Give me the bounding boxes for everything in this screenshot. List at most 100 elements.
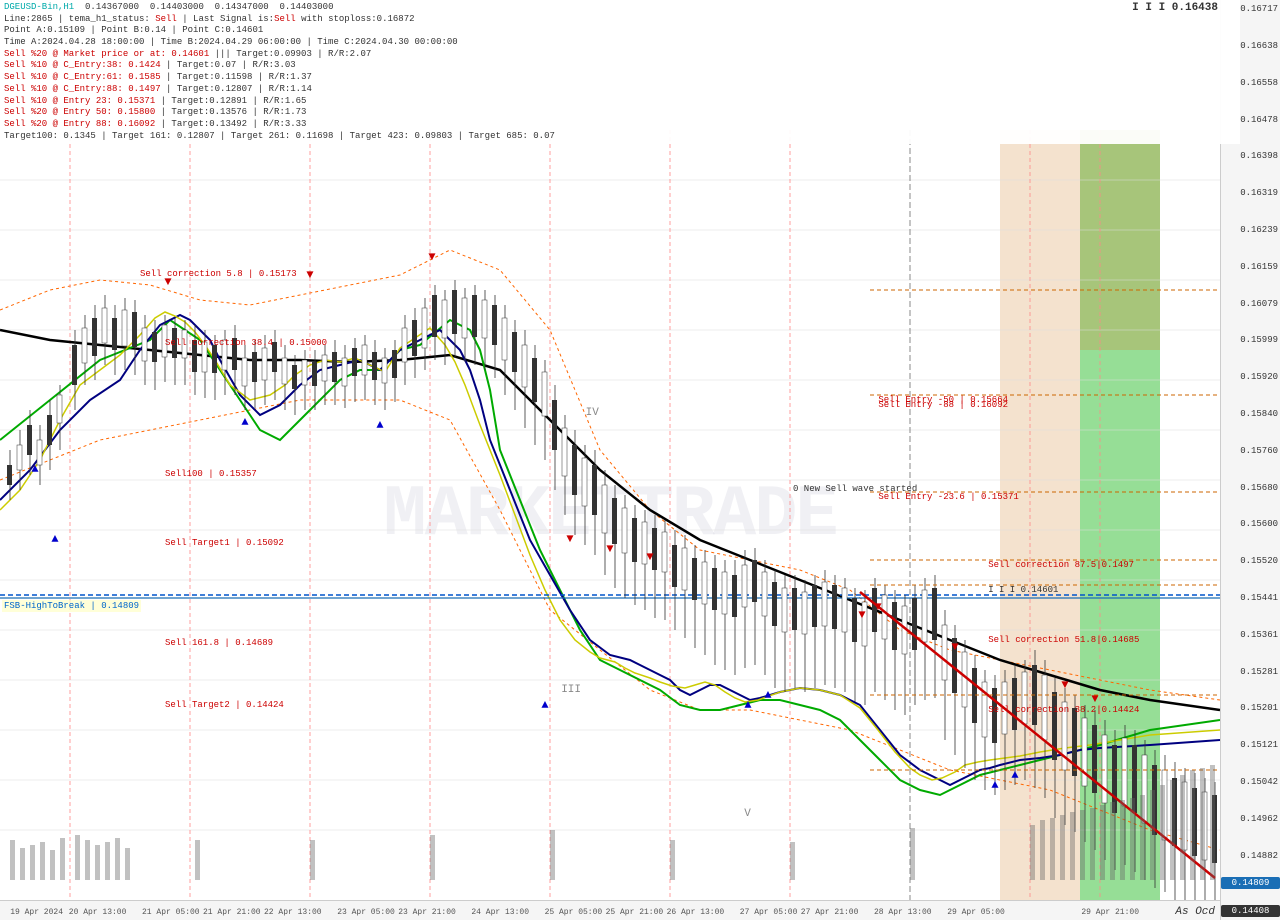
time-axis: 19 Apr 2024 20 Apr 13:00 21 Apr 05:00 21… [0, 900, 1220, 920]
time-26apr-13: 26 Apr 13:00 [667, 908, 725, 917]
time-28apr-13: 28 Apr 13:00 [874, 908, 932, 917]
price-15281: 0.15281 [1240, 667, 1278, 677]
price-15600: 0.15600 [1240, 519, 1278, 529]
info-line-5: Sell %20 @ Market price or at: 0.14601 |… [4, 49, 1236, 61]
info-line-9: Sell %10 @ Entry 23: 0.15371 | Target:0.… [4, 96, 1236, 108]
info-line-6: Sell %10 @ C_Entry:38: 0.1424 | Target:0… [4, 60, 1236, 72]
candles-group-1 [7, 385, 62, 500]
svg-text:▲: ▲ [764, 688, 772, 702]
price-15121: 0.15121 [1240, 740, 1278, 750]
price-16478: 0.16478 [1240, 115, 1278, 125]
price-15520: 0.15520 [1240, 556, 1278, 566]
svg-text:▼: ▼ [1091, 692, 1099, 706]
chart-container: DGEUSD-Bin,H1 0.14367000 0.14403000 0.14… [0, 0, 1280, 920]
price-14882: 0.14882 [1240, 851, 1278, 861]
svg-text:▲: ▲ [376, 418, 384, 432]
time-24apr-13: 24 Apr 13:00 [471, 908, 529, 917]
time-25apr-21: 25 Apr 21:00 [606, 908, 664, 917]
symbol-label: DGEUSD-Bin,H1 [4, 2, 74, 12]
sell-target2-label: Sell Target2 | 0.14424 [165, 700, 284, 710]
svg-text:▲: ▲ [241, 415, 249, 429]
svg-text:▼: ▼ [306, 268, 314, 282]
chart-svg: .candle-body-bear { fill: #333; } .candl… [0, 130, 1220, 900]
price-15361: 0.15361 [1240, 630, 1278, 640]
sell-correction-382-label: Sell correction 38.2|0.14424 [988, 705, 1139, 715]
sell-entry-50-label: Sell Entry -50 | 0.15664 [878, 395, 1008, 405]
fsb-label: FSB-HighToBreak | 0.14809 [2, 600, 141, 612]
svg-text:▲: ▲ [541, 698, 549, 712]
price-16398: 0.16398 [1240, 151, 1278, 161]
svg-text:▼: ▼ [428, 250, 436, 264]
time-20apr-13: 20 Apr 13:00 [69, 908, 127, 917]
svg-text:▼: ▼ [566, 532, 574, 546]
time-23apr-05: 23 Apr 05:00 [337, 908, 395, 917]
iii-price-label: I I I 0.14601 [988, 585, 1058, 595]
as-ocd-label: As Ocd [1175, 906, 1215, 918]
time-21apr-05: 21 Apr 05:00 [142, 908, 200, 917]
wave-label-v: V [744, 808, 751, 820]
info-line-11: Sell %20 @ Entry 88: 0.16092 | Target:0.… [4, 119, 1236, 131]
price-14962: 0.14962 [1240, 814, 1278, 824]
new-sell-wave-label: 0 New Sell wave started [793, 484, 917, 494]
svg-text:▼: ▼ [646, 550, 654, 564]
info-line-7: Sell %10 @ C_Entry:61: 0.1585 | Target:0… [4, 72, 1236, 84]
time-25apr-05: 25 Apr 05:00 [545, 908, 603, 917]
candles-group-8 [792, 570, 907, 715]
top-price-display: I I I 0.16438 [1132, 2, 1218, 14]
price-16079: 0.16079 [1240, 299, 1278, 309]
price-16558: 0.16558 [1240, 78, 1278, 88]
candles-group-7 [672, 530, 787, 692]
info-line-12: Target100: 0.1345 | Target 161: 0.12807 … [4, 131, 1236, 143]
sell-correction-label-2: Sell correction 38.4 | 0.15000 [165, 338, 327, 348]
svg-text:▲: ▲ [744, 698, 752, 712]
info-line-4: Time A:2024.04.28 18:00:00 | Time B:2024… [4, 37, 1236, 49]
sell-correction-label-1: Sell correction 5.8 | 0.15173 [140, 269, 297, 279]
price-15680: 0.15680 [1240, 483, 1278, 493]
candles-group-6 [552, 385, 667, 620]
main-chart[interactable]: MARKETTRADE .candle-body-bear { fill: #3… [0, 130, 1220, 900]
svg-text:▼: ▼ [606, 542, 614, 556]
sell-correction-518-label: Sell correction 51.8|0.14685 [988, 635, 1139, 645]
info-line-2: Line:2865 | tema_h1_status: Sell | Last … [4, 14, 1236, 26]
candles-group-4 [312, 298, 427, 410]
svg-text:▲: ▲ [31, 462, 39, 476]
price-16319: 0.16319 [1240, 188, 1278, 198]
sell-target1-label: Sell Target1 | 0.15092 [165, 538, 284, 548]
price-15999: 0.15999 [1240, 335, 1278, 345]
sell-161-label: Sell 161.8 | 0.14689 [165, 638, 273, 648]
time-29apr-21: 29 Apr 21:00 [1081, 908, 1139, 917]
info-line-8: Sell %10 @ C_Entry:88: 0.1497 | Target:0… [4, 84, 1236, 96]
time-19apr: 19 Apr 2024 [10, 908, 63, 917]
price-15201: 0.15201 [1240, 703, 1278, 713]
svg-text:▼: ▼ [1061, 678, 1069, 692]
price-15441: 0.15441 [1240, 593, 1278, 603]
price-16638: 0.16638 [1240, 41, 1278, 51]
price-15042: 0.15042 [1240, 777, 1278, 787]
svg-text:▲: ▲ [991, 778, 999, 792]
price-current-dark: 0.14408 [1221, 905, 1280, 917]
time-27apr-21: 27 Apr 21:00 [801, 908, 859, 917]
info-line-3: Point A:0.15109 | Point B:0.14 | Point C… [4, 25, 1236, 37]
time-23apr-21: 23 Apr 21:00 [398, 908, 456, 917]
price-15840: 0.15840 [1240, 409, 1278, 419]
wave-label-iii: III [561, 684, 581, 696]
price-16159: 0.16159 [1240, 262, 1278, 272]
candles-group-5 [432, 280, 547, 460]
svg-text:▼: ▼ [951, 640, 959, 654]
wave-label-iv: IV [586, 407, 599, 419]
time-29apr-05: 29 Apr 05:00 [947, 908, 1005, 917]
info-bar: DGEUSD-Bin,H1 0.14367000 0.14403000 0.14… [0, 0, 1240, 144]
svg-text:▼: ▼ [858, 608, 866, 622]
info-line-10: Sell %20 @ Entry 50: 0.15800 | Target:0.… [4, 107, 1236, 119]
time-27apr-05: 27 Apr 05:00 [740, 908, 798, 917]
sell-correction-875-label: Sell correction 87.5|0.1497 [988, 560, 1134, 570]
time-21apr-21: 21 Apr 21:00 [203, 908, 261, 917]
time-22apr-13: 22 Apr 13:00 [264, 908, 322, 917]
price-16239: 0.16239 [1240, 225, 1278, 235]
svg-text:▲: ▲ [51, 532, 59, 546]
price-15920: 0.15920 [1240, 372, 1278, 382]
price-16717: 0.16717 [1240, 4, 1278, 14]
price-value: I I I 0.16438 [1132, 2, 1218, 14]
ohlc-values: 0.14367000 0.14403000 0.14347000 0.14403… [80, 2, 334, 12]
price-15760: 0.15760 [1240, 446, 1278, 456]
